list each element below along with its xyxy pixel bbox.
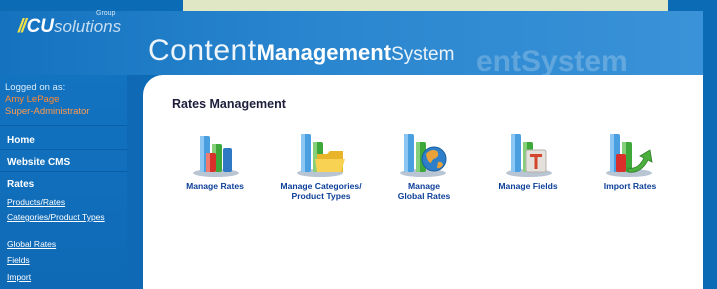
header-edge — [703, 11, 717, 75]
sidebar: Logged on as: Amy LePage Super-Administr… — [0, 75, 127, 289]
panel-gutter — [127, 75, 143, 289]
logo-group-text: Group — [96, 10, 116, 17]
sidebar-item-rates[interactable]: Rates — [7, 179, 34, 190]
manage-rates-button[interactable]: Manage Rates — [165, 128, 265, 192]
cu-solutions-logo: //CUsolutions Group — [18, 10, 122, 37]
manage-global-rates-button[interactable]: Manage Global Rates — [374, 128, 474, 201]
import-rates-label: Import Rates — [603, 181, 657, 191]
manage-categories-label-line2: Product Types — [291, 190, 351, 201]
sidebar-item-website-cms[interactable]: Website CMS — [7, 157, 70, 168]
sidebar-subitem-fields[interactable]: Fields — [7, 255, 119, 266]
logged-on-info: Logged on as: Amy LePage Super-Administr… — [5, 82, 89, 118]
sidebar-subitem-import[interactable]: Import — [7, 272, 119, 283]
cms-title-system: System — [391, 44, 455, 65]
main-content-panel: Rates Management Manage Rates Manage Cat… — [143, 75, 703, 289]
globe-chart-icon — [400, 134, 447, 177]
manage-categories-button[interactable]: Manage Categories/ Product Types — [271, 128, 371, 201]
logo-bold-text: CU — [26, 16, 55, 37]
cms-title-management: Management — [256, 40, 392, 65]
import-rates-button[interactable]: Import Rates — [580, 128, 680, 192]
folder-chart-icon — [297, 134, 345, 177]
sidebar-subitem-global-rates[interactable]: Global Rates — [7, 239, 119, 250]
sidebar-subitem-products-rates[interactable]: Products/Rates — [7, 197, 119, 208]
page-title: Rates Management — [172, 97, 286, 111]
sidebar-divider — [0, 125, 127, 126]
user-role: Super-Administrator — [5, 106, 90, 117]
user-name: Amy LePage — [5, 94, 60, 105]
sidebar-divider — [0, 171, 127, 172]
cms-title-content: Content — [148, 34, 257, 67]
logged-on-label: Logged on as: — [5, 82, 66, 93]
sidebar-divider — [0, 149, 127, 150]
cms-title-ghost: entSystem — [476, 45, 628, 78]
import-arrow-chart-icon — [606, 134, 653, 177]
rates-chart-icon — [193, 136, 239, 177]
cms-title: ContentManagementSystem — [148, 36, 454, 66]
logo-slash: // — [18, 16, 26, 37]
text-field-chart-icon — [506, 134, 552, 177]
top-strip — [183, 0, 668, 11]
manage-rates-label: Manage Rates — [186, 181, 244, 191]
manage-global-rates-label-line2: Global Rates — [397, 190, 451, 201]
logo-regular-text: solutions — [54, 17, 122, 36]
manage-fields-button[interactable]: Manage Fields — [478, 128, 578, 192]
manage-fields-label: Manage Fields — [498, 181, 558, 191]
sidebar-subitem-categories-product-types[interactable]: Categories/Product Types — [7, 212, 119, 223]
sidebar-item-home[interactable]: Home — [7, 135, 35, 146]
